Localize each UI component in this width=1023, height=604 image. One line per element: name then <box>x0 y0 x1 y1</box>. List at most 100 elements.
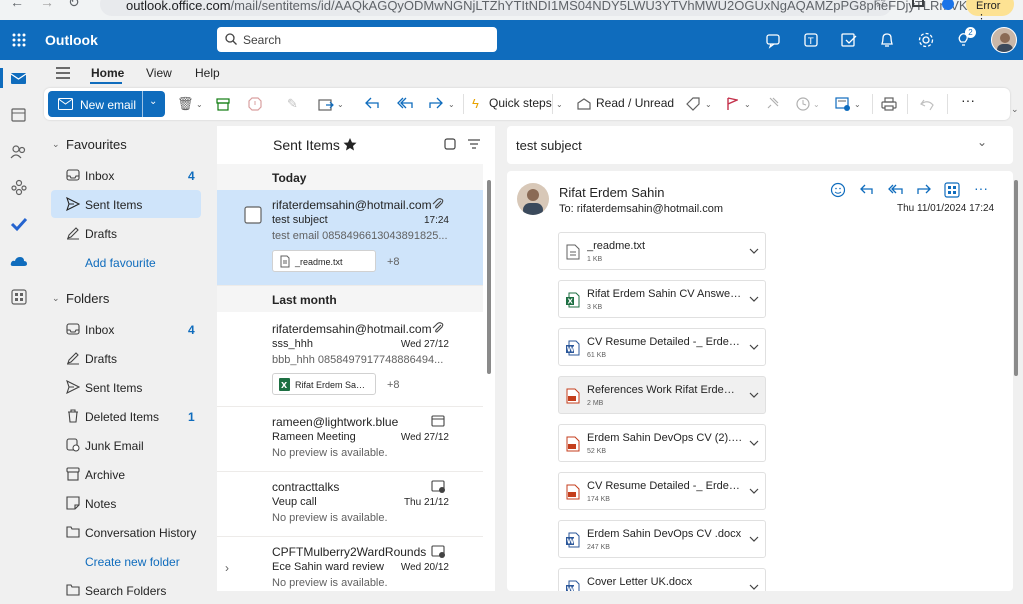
print-icon[interactable] <box>881 97 897 111</box>
sweep-icon[interactable]: ✎ <box>287 96 298 112</box>
fav-item-drafts[interactable]: Drafts <box>51 219 201 247</box>
notifications-bell-icon[interactable] <box>878 31 896 49</box>
delete-dropdown-icon[interactable]: ⌄ <box>196 100 203 109</box>
undo-icon[interactable] <box>920 97 934 111</box>
account-avatar[interactable] <box>991 27 1017 53</box>
my-day-icon[interactable] <box>840 31 858 49</box>
message-item[interactable]: rameen@lightwork.blue Rameen Meeting Wed… <box>217 407 483 472</box>
snooze-clock-icon[interactable] <box>796 97 810 111</box>
tab-view[interactable]: View <box>146 66 172 80</box>
quick-steps-button[interactable]: Quick steps <box>489 96 552 110</box>
emoji-reaction-icon[interactable] <box>830 182 846 198</box>
new-email-dropdown-icon[interactable]: ⌄ <box>149 96 157 107</box>
select-checkbox[interactable] <box>244 206 262 224</box>
filter-icon[interactable] <box>468 139 480 149</box>
report-icon[interactable] <box>248 97 262 111</box>
folder-item-junk-email[interactable]: Junk Email <box>51 431 201 459</box>
search-input[interactable]: Search <box>217 27 497 52</box>
attachment-tile[interactable]: References Work Rifat Erdem Sahin.pdf 2 M… <box>558 376 766 414</box>
folder-item-sent-items[interactable]: Sent Items <box>51 373 201 401</box>
new-email-button[interactable]: New email ⌄ <box>48 91 165 117</box>
folder-item-archive[interactable]: Archive <box>51 460 201 488</box>
reload-icon[interactable]: ↻ <box>68 0 80 11</box>
fav-item-sent-items[interactable]: Sent Items <box>51 190 201 218</box>
tab-home[interactable]: Home <box>91 66 124 80</box>
more-actions-icon[interactable]: ··· <box>974 180 988 196</box>
settings-gear-icon[interactable] <box>917 31 935 49</box>
calendar-icon[interactable] <box>10 106 28 124</box>
add-favourite-link[interactable]: Add favourite <box>51 248 201 276</box>
archive-icon[interactable] <box>216 98 230 111</box>
select-mode-icon[interactable] <box>444 138 456 150</box>
quick-steps-dropdown-icon[interactable]: ⌄ <box>556 100 563 109</box>
forward-icon[interactable] <box>429 97 443 109</box>
chevron-down-icon[interactable] <box>749 487 759 495</box>
teams-icon[interactable]: T <box>802 31 820 49</box>
chevron-down-icon[interactable] <box>749 583 759 591</box>
chevron-down-icon[interactable] <box>749 439 759 447</box>
groups-icon[interactable] <box>10 178 28 196</box>
mail-icon[interactable] <box>10 70 28 88</box>
hamburger-menu-icon[interactable] <box>56 67 70 79</box>
rules-icon[interactable] <box>835 97 851 111</box>
delete-icon[interactable]: 🗑 <box>177 96 194 112</box>
create-new-folder-link[interactable]: Create new folder <box>51 547 201 575</box>
flag-dropdown-icon[interactable]: ⌄ <box>744 100 751 109</box>
more-options-icon[interactable]: ··· <box>961 92 975 108</box>
reply-all-icon[interactable] <box>887 182 903 198</box>
tab-help[interactable]: Help <box>195 66 220 80</box>
categorize-tag-icon[interactable] <box>686 97 700 111</box>
folder-item-inbox[interactable]: Inbox 4 <box>51 315 201 343</box>
chevron-down-icon[interactable] <box>749 247 759 255</box>
forward-icon[interactable]: → <box>40 0 54 10</box>
attachment-tile[interactable]: _readme.txt 1 KB <box>558 232 766 270</box>
folder-item-conversation-history[interactable]: Conversation History <box>51 518 201 546</box>
rules-dropdown-icon[interactable]: ⌄ <box>854 100 861 109</box>
snooze-dropdown-icon[interactable]: ⌄ <box>813 100 820 109</box>
forward-dropdown-icon[interactable]: ⌄ <box>448 100 455 109</box>
read-unread-button[interactable]: Read / Unread <box>596 96 674 110</box>
favourite-star-icon[interactable] <box>343 137 357 151</box>
attachment-chip[interactable]: X Rifat Erdem Sahin CV <box>272 373 376 395</box>
attachment-tile[interactable]: W CV Resume Detailed -_ Erdem Sahin.docx 6… <box>558 328 766 366</box>
move-dropdown-icon[interactable]: ⌄ <box>337 100 344 109</box>
app-brand[interactable]: Outlook <box>45 32 98 48</box>
message-item[interactable]: › CPFTMulberry2WardRounds Ece Sahin ward… <box>217 537 483 591</box>
attachment-tile[interactable]: W Erdem Sahin DevOps CV .docx 247 KB <box>558 520 766 558</box>
message-item[interactable]: contracttalks Veup call Thu 21/12 No pre… <box>217 472 483 537</box>
expand-thread-icon[interactable]: › <box>225 561 229 575</box>
list-scrollbar[interactable] <box>487 180 491 374</box>
more-attachments-count[interactable]: +8 <box>387 379 400 391</box>
reply-icon[interactable] <box>365 97 379 109</box>
folder-item-drafts[interactable]: Drafts <box>51 344 201 372</box>
ribbon-collapse-icon[interactable]: ⌄ <box>1011 104 1019 115</box>
attachment-tile[interactable]: CV Resume Detailed -_ Erdem Sahin.pdf 174… <box>558 472 766 510</box>
folder-item-notes[interactable]: Notes <box>51 489 201 517</box>
message-item[interactable]: rifaterdemsahin@hotmail.com sss_hhh Wed … <box>217 314 483 407</box>
reply-all-icon[interactable] <box>397 97 413 109</box>
categorize-dropdown-icon[interactable]: ⌄ <box>705 100 712 109</box>
flag-icon[interactable] <box>726 97 738 111</box>
reading-scrollbar[interactable] <box>1014 180 1018 376</box>
chevron-down-icon[interactable]: ⌄ <box>977 135 987 149</box>
onedrive-cloud-icon[interactable] <box>10 252 28 270</box>
message-item[interactable]: rifaterdemsahin@hotmail.com test subject… <box>217 190 483 286</box>
folder-item-search-folders[interactable]: Search Folders <box>51 576 201 604</box>
attachment-tile[interactable]: X Rifat Erdem Sahin CV Answers.xlsx 3 KB <box>558 280 766 318</box>
people-icon[interactable] <box>10 143 28 161</box>
attachment-tile[interactable]: W Cover Letter UK.docx <box>558 568 766 591</box>
back-icon[interactable]: ← <box>10 0 24 10</box>
forward-icon[interactable] <box>916 182 932 198</box>
todo-check-icon[interactable] <box>10 215 28 233</box>
fav-item-inbox[interactable]: Inbox 4 <box>51 161 201 189</box>
address-bar[interactable]: outlook.office.com/mail/sentitems/id/AAQ… <box>100 0 1004 16</box>
sender-name[interactable]: Rifat Erdem Sahin <box>559 185 665 200</box>
move-to-icon[interactable] <box>318 97 334 111</box>
sidebar-icon[interactable] <box>912 0 924 7</box>
more-attachments-count[interactable]: +8 <box>387 256 400 268</box>
app-launcher-icon[interactable] <box>12 33 26 47</box>
more-apps-icon[interactable] <box>10 288 28 306</box>
bookmark-star-icon[interactable]: ☆ <box>874 0 887 11</box>
attachment-tile[interactable]: Erdem Sahin DevOps CV (2).pdf 52 KB <box>558 424 766 462</box>
chevron-down-icon[interactable] <box>749 391 759 399</box>
